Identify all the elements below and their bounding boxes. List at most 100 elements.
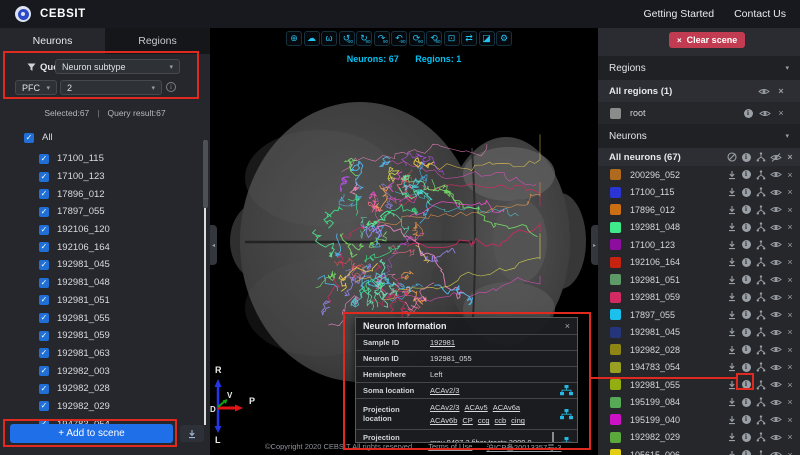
neuron-checkbox[interactable]: ✓ <box>39 313 49 323</box>
neuron-info-icon[interactable]: i <box>740 431 752 443</box>
neuron-remove-icon[interactable]: × <box>784 221 796 233</box>
neuron-info-icon[interactable]: i <box>740 186 752 198</box>
scene-neuron-row[interactable]: 192982_028i× <box>598 341 800 359</box>
scene-neuron-row[interactable]: 17100_115i× <box>598 184 800 202</box>
neuron-remove-icon[interactable]: × <box>784 239 796 251</box>
neuron-list-item[interactable]: ✓17897_055 <box>0 203 210 221</box>
neuron-color-swatch[interactable] <box>610 362 621 373</box>
viewport-3d[interactable]: ⊕☁ω↺-90↻90↷90↶-90⟳90⟲-90⊡⇄◪⚙ Neurons: 67… <box>210 28 598 455</box>
contact-us-link[interactable]: Contact Us <box>734 8 786 20</box>
neuron-download-icon[interactable] <box>726 291 738 303</box>
neuron-list-item[interactable]: ✓192982_003 <box>0 362 210 380</box>
neuron-info-icon[interactable]: i <box>740 239 752 251</box>
neuron-color-swatch[interactable] <box>610 309 621 320</box>
neuron-visibility-icon[interactable] <box>770 379 782 391</box>
tab-neurons[interactable]: Neurons <box>0 28 105 54</box>
rotate-x-ccw-icon[interactable]: ↺-90 <box>339 31 355 46</box>
tab-regions[interactable]: Regions <box>105 28 210 54</box>
neuron-visibility-icon[interactable] <box>770 256 782 268</box>
neuron-info-icon[interactable]: i <box>740 414 752 426</box>
neuron-download-icon[interactable] <box>726 396 738 408</box>
neuron-info-icon[interactable]: i <box>740 449 752 455</box>
neuron-list-item[interactable]: ✓192981_055 <box>0 309 210 327</box>
projection-region-link[interactable]: ACAv6a <box>493 403 520 412</box>
neuron-morphology-icon[interactable] <box>755 204 767 216</box>
neuron-color-swatch[interactable] <box>610 397 621 408</box>
neuron-visibility-icon[interactable] <box>770 361 782 373</box>
icp-license-link[interactable]: 沪ICP备20013357号-3 <box>486 442 561 453</box>
scene-neuron-row[interactable]: 17897_055i× <box>598 306 800 324</box>
region-color-swatch[interactable] <box>610 108 621 119</box>
neuron-color-swatch[interactable] <box>610 344 621 355</box>
neuron-checkbox[interactable]: ✓ <box>39 242 49 252</box>
neuron-morphology-icon[interactable] <box>755 169 767 181</box>
sample-id-link[interactable]: 192981 <box>430 338 455 347</box>
projection-region-link[interactable]: ccb <box>494 416 506 425</box>
neuron-download-icon[interactable] <box>726 204 738 216</box>
projection-tree-icon[interactable] <box>555 399 577 429</box>
scene-neuron-row[interactable]: 194783_054i× <box>598 359 800 377</box>
neuron-color-swatch[interactable] <box>610 204 621 215</box>
neuron-visibility-icon[interactable] <box>770 169 782 181</box>
neuron-color-swatch[interactable] <box>610 169 621 180</box>
rotate-y-cw-icon[interactable]: ↷90 <box>374 31 390 46</box>
neuron-remove-icon[interactable]: × <box>784 291 796 303</box>
reset-view-icon[interactable]: ⇄ <box>461 31 477 46</box>
soma-tree-icon[interactable] <box>555 383 577 398</box>
neuron-checkbox[interactable]: ✓ <box>39 366 49 376</box>
neuron-list-item[interactable]: ✓192981_045 <box>0 256 210 274</box>
scene-neuron-row[interactable]: 195199_040i× <box>598 411 800 429</box>
scene-neuron-row[interactable]: 192981_045i× <box>598 324 800 342</box>
rotate-z-cw-icon[interactable]: ⟳90 <box>409 31 425 46</box>
neuron-visibility-icon[interactable] <box>770 204 782 216</box>
scene-neuron-row[interactable]: 200296_052i× <box>598 166 800 184</box>
neuron-remove-icon[interactable]: × <box>784 379 796 391</box>
neuron-checkbox[interactable]: ✓ <box>39 348 49 358</box>
region-select[interactable]: PFC ▾ <box>15 80 57 95</box>
neuron-morphology-icon[interactable] <box>755 239 767 251</box>
neuron-checkbox[interactable]: ✓ <box>39 225 49 235</box>
brain-sagittal-view-icon[interactable]: ☁ <box>304 31 320 46</box>
neuron-color-swatch[interactable] <box>610 379 621 390</box>
neuron-download-icon[interactable] <box>726 449 738 455</box>
neuron-color-swatch[interactable] <box>610 274 621 285</box>
neuron-remove-icon[interactable]: × <box>784 344 796 356</box>
neuron-remove-icon[interactable]: × <box>784 274 796 286</box>
neuron-visibility-icon[interactable] <box>770 309 782 321</box>
neuron-morphology-icon[interactable] <box>755 221 767 233</box>
settings-icon[interactable]: ⚙ <box>496 31 512 46</box>
neuron-morphology-icon[interactable] <box>755 344 767 356</box>
projection-region-link[interactable]: CP <box>462 416 472 425</box>
neuron-visibility-icon[interactable] <box>770 344 782 356</box>
scene-neuron-row[interactable]: 192981_055i× <box>598 376 800 394</box>
neuron-remove-icon[interactable]: × <box>784 309 796 321</box>
scene-neuron-row[interactable]: 192981_048i× <box>598 219 800 237</box>
neuron-download-icon[interactable] <box>726 169 738 181</box>
neuron-color-swatch[interactable] <box>610 187 621 198</box>
neuron-color-swatch[interactable] <box>610 432 621 443</box>
remove-all-neurons-icon[interactable]: × <box>784 151 796 163</box>
neuron-remove-icon[interactable]: × <box>784 431 796 443</box>
add-to-scene-button[interactable]: + Add to scene <box>10 424 173 443</box>
projection-region-link[interactable]: ACAv6b <box>430 416 457 425</box>
region-remove-icon[interactable]: × <box>775 107 787 119</box>
neuron-info-icon[interactable]: i <box>740 379 752 391</box>
neuron-download-icon[interactable] <box>726 221 738 233</box>
neuron-morphology-icon[interactable] <box>755 256 767 268</box>
brain-atlas-icon[interactable]: ⊕ <box>286 31 302 46</box>
neuron-remove-icon[interactable]: × <box>784 204 796 216</box>
neuron-color-swatch[interactable] <box>610 327 621 338</box>
neuron-info-icon[interactable]: i <box>740 326 752 338</box>
neuron-visibility-icon[interactable] <box>770 326 782 338</box>
neuron-checkbox[interactable]: ✓ <box>39 331 49 341</box>
neuron-morphology-icon[interactable] <box>755 449 767 455</box>
neuron-morphology-icon[interactable] <box>755 414 767 426</box>
neuron-checkbox[interactable]: ✓ <box>39 172 49 182</box>
neuron-visibility-icon[interactable] <box>770 396 782 408</box>
neuron-list-item[interactable]: ✓17100_123 <box>0 168 210 186</box>
neuron-download-icon[interactable] <box>726 239 738 251</box>
projection-region-link[interactable]: cing <box>511 416 525 425</box>
neuron-info-icon[interactable]: i <box>740 344 752 356</box>
neuron-morphology-icon[interactable] <box>755 431 767 443</box>
collapse-left-panel-handle[interactable]: ◂ <box>210 225 217 265</box>
